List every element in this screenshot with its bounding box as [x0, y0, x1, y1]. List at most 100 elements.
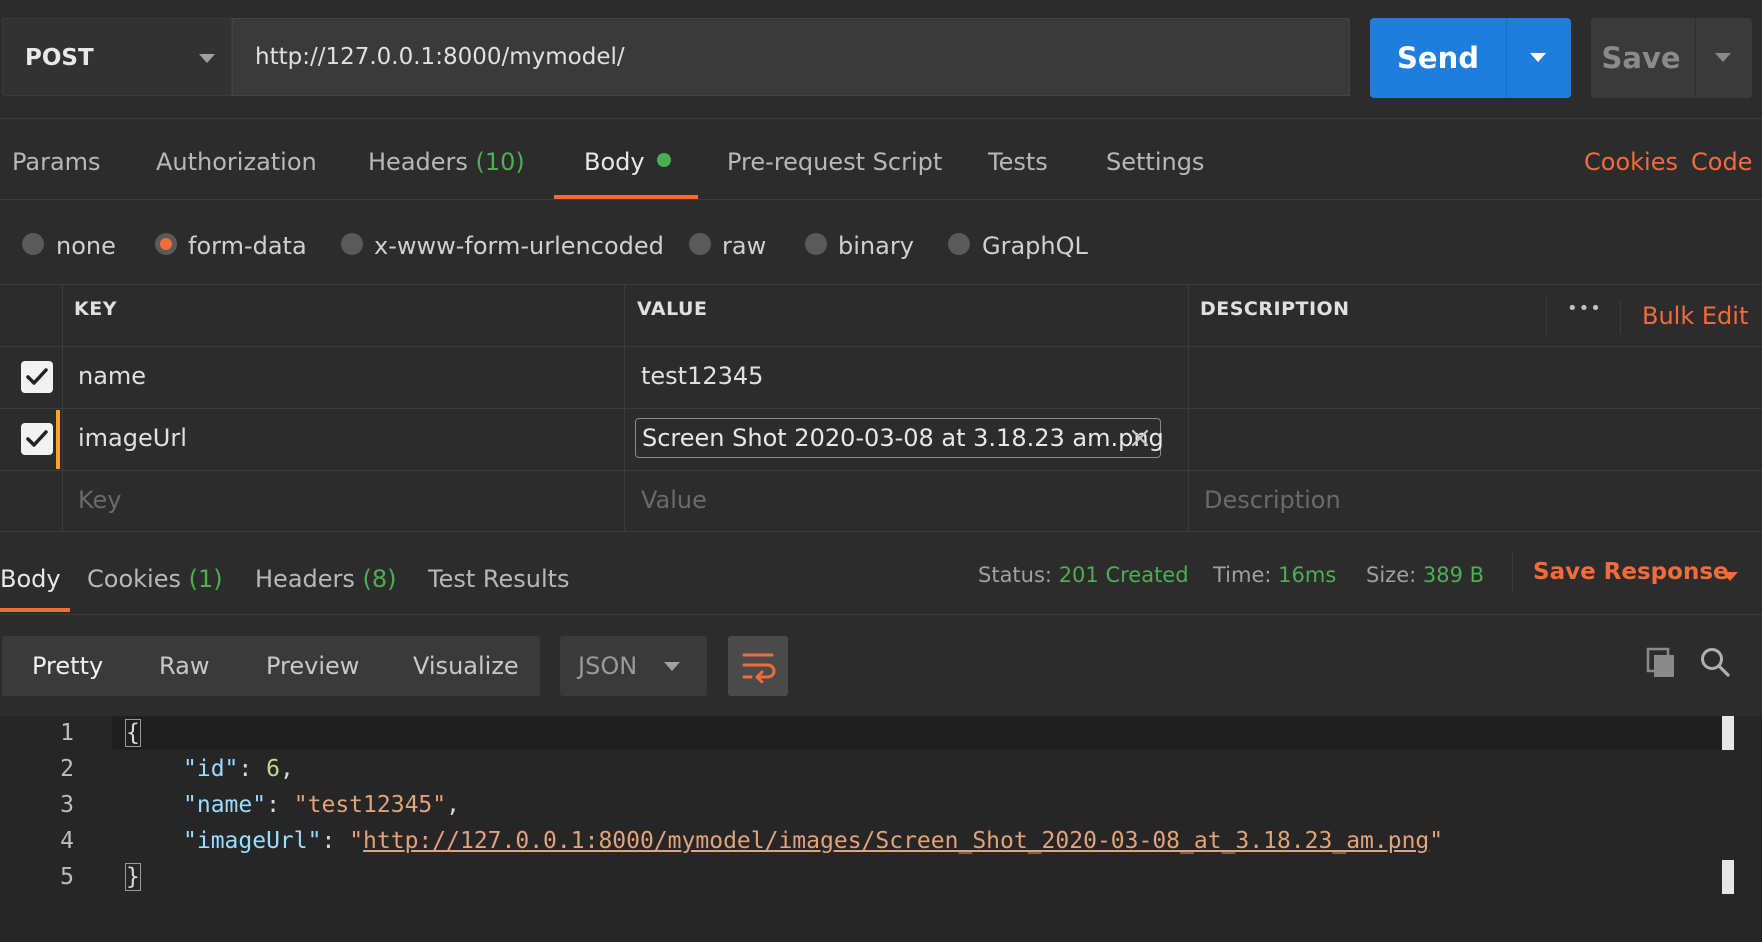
code-line: "id": 6,	[183, 756, 294, 782]
line-number: 2	[60, 756, 74, 782]
search-icon[interactable]	[1699, 646, 1731, 678]
view-visualize[interactable]: Visualize	[413, 636, 519, 696]
radio-urlencoded-label[interactable]: x-www-form-urlencoded	[374, 232, 664, 260]
table-border	[1620, 300, 1621, 334]
active-response-tab-indicator	[0, 608, 70, 612]
response-tab-body[interactable]: Body	[0, 565, 61, 593]
table-border	[0, 284, 1762, 285]
table-border	[1546, 296, 1547, 334]
check-icon	[26, 430, 48, 447]
code-line: "name": "test12345",	[183, 792, 460, 818]
row-enabled-checkbox[interactable]	[21, 361, 53, 393]
radio-graphql-label[interactable]: GraphQL	[982, 232, 1088, 260]
body-modified-dot-icon	[656, 153, 671, 167]
value-placeholder[interactable]: Value	[641, 486, 707, 514]
code-line: }	[125, 863, 141, 891]
save-options-chevron-icon[interactable]	[1715, 53, 1731, 62]
table-row-new: Key Value Description	[0, 471, 1762, 531]
file-name: Screen Shot 2020-03-08 at 3.18.23 am.png	[642, 424, 1164, 452]
json-key: "imageUrl"	[183, 828, 322, 854]
line-number: 4	[60, 828, 74, 854]
tab-tests[interactable]: Tests	[988, 148, 1048, 176]
wrap-lines-button[interactable]	[728, 636, 788, 696]
url-input[interactable]: http://127.0.0.1:8000/mymodel/	[232, 18, 1350, 96]
key-placeholder[interactable]: Key	[78, 486, 122, 514]
cookies-count-badge: (1)	[188, 565, 223, 593]
view-preview[interactable]: Preview	[266, 636, 359, 696]
radio-form-data[interactable]	[155, 233, 177, 255]
copy-icon[interactable]	[1646, 647, 1678, 679]
tab-authorization[interactable]: Authorization	[156, 148, 317, 176]
row-key[interactable]: name	[78, 362, 146, 390]
json-key: "id"	[183, 756, 239, 782]
radio-urlencoded[interactable]	[341, 233, 363, 255]
tab-body-label: Body	[584, 148, 645, 176]
save-label: Save	[1601, 41, 1681, 75]
bulk-edit-link[interactable]: Bulk Edit	[1642, 302, 1748, 330]
divider	[1512, 553, 1513, 593]
code-line: "imageUrl": "http://127.0.0.1:8000/mymod…	[183, 828, 1444, 854]
wrap-lines-icon	[742, 653, 776, 683]
radio-raw[interactable]	[689, 233, 711, 255]
line-number: 3	[60, 792, 74, 818]
time-readout: Time: 16ms	[1213, 563, 1336, 587]
status-label: Status:	[978, 563, 1052, 587]
time-value: 16ms	[1278, 563, 1337, 587]
response-tab-cookies[interactable]: Cookies (1)	[87, 565, 223, 593]
open-brace: {	[125, 719, 141, 747]
tab-settings[interactable]: Settings	[1106, 148, 1204, 176]
scrollbar-thumb[interactable]	[1722, 716, 1734, 750]
line-number: 5	[60, 864, 74, 890]
close-icon[interactable]	[1130, 428, 1150, 448]
json-url-link[interactable]: http://127.0.0.1:8000/mymodel/images/Scr…	[363, 828, 1429, 854]
radio-form-data-label[interactable]: form-data	[188, 232, 307, 260]
view-raw[interactable]: Raw	[159, 636, 209, 696]
save-button[interactable]: Save	[1591, 18, 1752, 98]
column-header-value: VALUE	[637, 298, 708, 320]
column-header-description: DESCRIPTION	[1200, 298, 1350, 320]
row-value[interactable]: test12345	[641, 362, 763, 390]
code-link[interactable]: Code	[1691, 148, 1752, 176]
tab-pre-request-script[interactable]: Pre-request Script	[727, 148, 942, 176]
radio-raw-label[interactable]: raw	[722, 232, 766, 260]
check-icon	[26, 368, 48, 385]
radio-none-label[interactable]: none	[56, 232, 116, 260]
divider	[0, 199, 1762, 200]
response-body-editor[interactable]: 1 2 3 4 5 { "id": 6, "name": "test12345"…	[0, 716, 1762, 942]
status-value: 201 Created	[1058, 563, 1189, 587]
method-select[interactable]: POST	[2, 18, 232, 96]
radio-binary[interactable]	[805, 233, 827, 255]
radio-none[interactable]	[22, 233, 44, 255]
method-label: POST	[25, 45, 94, 71]
send-divider	[1506, 18, 1507, 98]
radio-binary-label[interactable]: binary	[838, 232, 914, 260]
file-attachment-chip[interactable]: Screen Shot 2020-03-08 at 3.18.23 am.png	[635, 418, 1164, 458]
tab-body[interactable]: Body	[584, 148, 671, 176]
more-options-icon[interactable]: •••	[1567, 298, 1602, 319]
response-headers-count-badge: (8)	[362, 565, 397, 593]
tab-params[interactable]: Params	[12, 148, 101, 176]
radio-graphql[interactable]	[948, 233, 970, 255]
description-placeholder[interactable]: Description	[1204, 486, 1341, 514]
send-options-chevron-icon[interactable]	[1530, 53, 1546, 62]
column-header-key: KEY	[74, 298, 117, 320]
row-enabled-checkbox[interactable]	[21, 423, 53, 455]
table-row: name test12345	[0, 347, 1762, 408]
scrollbar-thumb[interactable]	[1722, 860, 1734, 894]
row-key[interactable]: imageUrl	[78, 424, 187, 452]
send-button[interactable]: Send	[1370, 18, 1571, 98]
view-mode-group: Pretty Raw Preview Visualize	[2, 636, 540, 696]
tab-headers[interactable]: Headers (10)	[368, 148, 525, 176]
view-pretty[interactable]: Pretty	[32, 636, 103, 696]
save-response-chevron-icon[interactable]	[1722, 572, 1738, 581]
save-response-label: Save Response	[1533, 559, 1729, 585]
save-divider	[1695, 18, 1696, 98]
table-border	[0, 531, 1762, 532]
response-tab-test-results[interactable]: Test Results	[428, 565, 570, 593]
save-response-button[interactable]: Save Response	[1533, 559, 1729, 585]
json-string: "test12345"	[293, 792, 447, 818]
url-text: http://127.0.0.1:8000/mymodel/	[255, 44, 625, 70]
cookies-link[interactable]: Cookies	[1584, 148, 1678, 176]
response-tab-headers[interactable]: Headers (8)	[255, 565, 397, 593]
format-select[interactable]: JSON	[560, 636, 707, 696]
